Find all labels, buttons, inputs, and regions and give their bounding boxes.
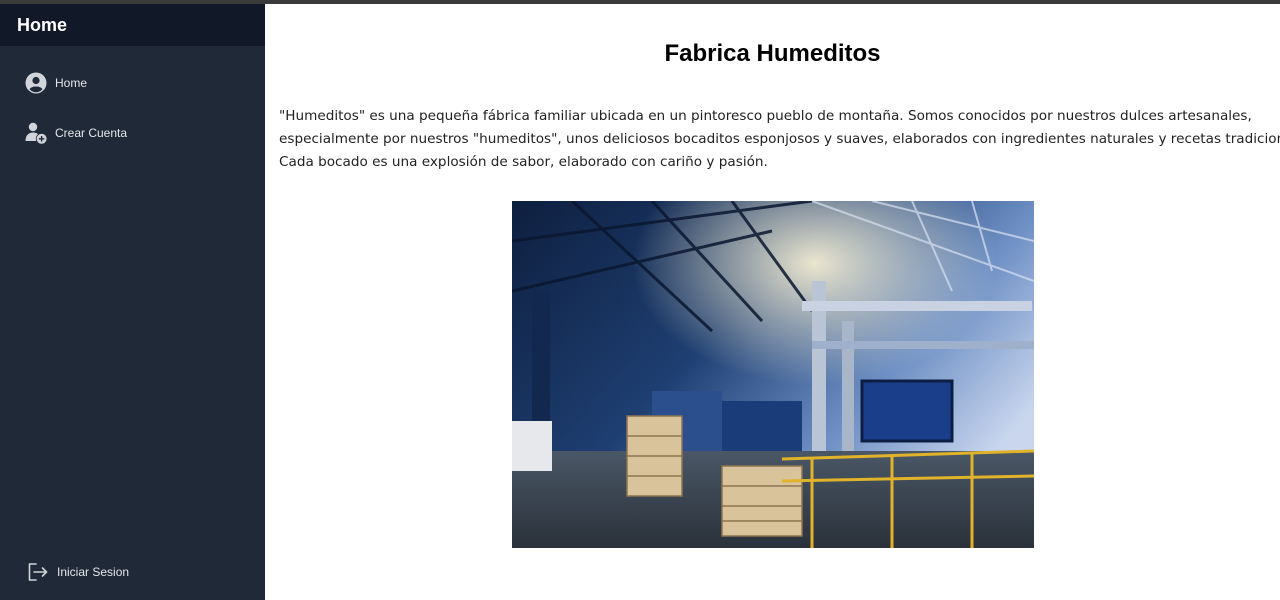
sidebar-item-label: Home — [55, 76, 88, 90]
sidebar-item-iniciar-sesion[interactable]: Iniciar Sesion — [26, 560, 129, 584]
sidebar-item-home[interactable]: Home — [24, 71, 87, 95]
page-title: Fabrica Humeditos — [664, 40, 881, 67]
sidebar-item-label: Crear Cuenta — [55, 126, 128, 140]
description-paragraph: "Humeditos" es una pequeña fábrica famil… — [279, 105, 1280, 174]
add-user-icon — [24, 121, 48, 145]
description-line: especialmente por nuestros "humeditos", … — [279, 131, 1280, 147]
sidebar-item-label: Iniciar Sesion — [57, 565, 130, 579]
sidebar-header: Home — [0, 4, 265, 46]
main-content: Fabrica Humeditos "Humeditos" es una peq… — [265, 4, 1280, 600]
sign-in-icon — [26, 560, 50, 584]
factory-image — [512, 201, 1034, 548]
description-line: "Humeditos" es una pequeña fábrica famil… — [279, 108, 1252, 124]
sidebar-item-crear-cuenta[interactable]: Crear Cuenta — [24, 121, 127, 145]
sidebar-title: Home — [17, 14, 68, 35]
description-line: Cada bocado es una explosión de sabor, e… — [279, 154, 768, 170]
user-circle-icon — [24, 71, 48, 95]
sidebar: Home Home Crear Cuenta Iniciar Sesion — [0, 4, 265, 600]
